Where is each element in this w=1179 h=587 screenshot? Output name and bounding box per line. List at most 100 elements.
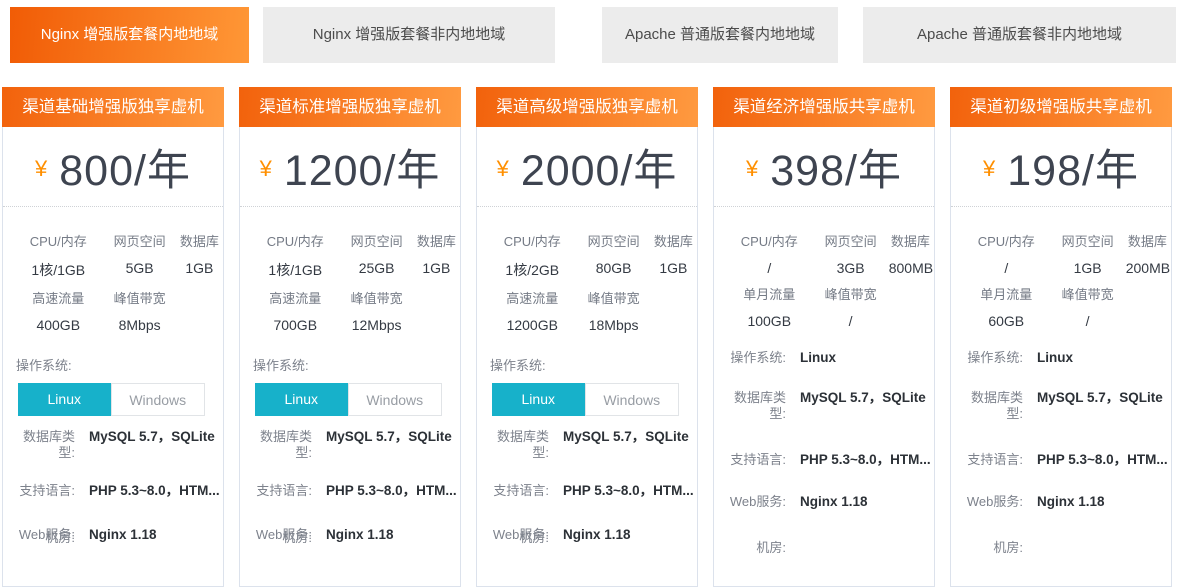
spec-grid: CPU/内存1核/1GB 网页空间25GB 数据库1GB 高速流量700GB 峰… [240,207,460,333]
detail-database-type: 数据库类型:MySQL 5.7，SQLite [3,429,223,461]
spec-item-empty [415,288,458,333]
spec-label: 网页空间 [813,231,889,250]
detail-label: Web服务: [722,494,786,510]
spec-item-empty [889,284,932,329]
spec-label: CPU/内存 [15,231,102,250]
detail-language: 支持语言:PHP 5.3~8.0，HTM... [240,483,460,499]
spec-label: CPU/内存 [489,231,576,250]
plan-title: 渠道高级增强版独享虚机 [476,87,698,127]
detail-database-type: 数据库类型:MySQL 5.7，SQLite [240,429,460,461]
os-value: Linux [1037,350,1073,366]
plan-title: 渠道经济增强版共享虚机 [713,87,935,127]
price-amount: 1200/年 [284,136,441,198]
detail-value: Nginx 1.18 [563,527,631,543]
spec-item: 网页空间5GB [102,231,178,280]
currency-symbol: ¥ [983,156,995,182]
spec-item: CPU/内存1核/2GB [489,231,576,280]
detail-web-service: Web服务: Nginx 1.18 [714,494,934,510]
spec-label: CPU/内存 [726,231,813,250]
spec-label: 高速流量 [15,288,102,307]
detail-value: MySQL 5.7，SQLite [89,429,215,445]
detail-datacenter: 机房: [714,540,934,556]
spec-item: 网页空间3GB [813,231,889,276]
currency-symbol: ¥ [497,156,509,182]
spec-item-empty [178,288,221,333]
tab-apache-basic-mainland[interactable]: Apache 普通版套餐内地地域 [602,7,838,63]
detail-label: 机房: [11,530,75,546]
spec-item: 高速流量700GB [252,288,339,333]
spec-value: 1核/1GB [252,260,339,280]
spec-value: 8Mbps [102,317,178,333]
detail-label: 数据库类型: [722,390,786,422]
price-amount: 398/年 [770,136,902,198]
currency-symbol: ¥ [260,156,272,182]
currency-symbol: ¥ [35,156,47,182]
spec-value: 200MB [1126,260,1169,276]
spec-value: / [726,260,813,276]
spec-label: 网页空间 [102,231,178,250]
spec-label: 峰值带宽 [102,288,178,307]
spec-label: 网页空间 [339,231,415,250]
toggle-option-windows[interactable]: Windows [348,383,443,416]
tab-apache-basic-non-mainland[interactable]: Apache 普通版套餐非内地地域 [863,7,1176,63]
spec-item: 数据库1GB [178,231,221,280]
spec-value: 100GB [726,313,813,329]
spec-label: 高速流量 [252,288,339,307]
tab-nginx-enhanced-non-mainland[interactable]: Nginx 增强版套餐非内地地域 [263,7,555,63]
spec-item: 单月流量60GB [963,284,1050,329]
spec-item: 峰值带宽/ [1050,284,1126,329]
currency-symbol: ¥ [746,156,758,182]
plan-card: 渠道标准增强版独享虚机 ¥ 1200/年 CPU/内存1核/1GB 网页空间25… [239,87,461,587]
detail-label: 操作系统: [959,350,1023,366]
spec-grid: CPU/内存1核/2GB 网页空间80GB 数据库1GB 高速流量1200GB … [477,207,697,333]
spec-value: 800MB [889,260,932,276]
spec-label: 网页空间 [576,231,652,250]
spec-item: 网页空间25GB [339,231,415,280]
plan-card: 渠道基础增强版独享虚机 ¥ 800/年 CPU/内存1核/1GB 网页空间5GB… [2,87,224,587]
spec-value: 18Mbps [576,317,652,333]
detail-language: 支持语言:PHP 5.3~8.0，HTM... [3,483,223,499]
toggle-option-windows[interactable]: Windows [585,383,680,416]
spec-label: 峰值带宽 [339,288,415,307]
detail-database-type: 数据库类型:MySQL 5.7，SQLite [714,390,934,422]
detail-datacenter: 机房: [951,540,1171,556]
detail-label: Web服务: [959,494,1023,510]
os-label: 操作系统: [253,355,460,374]
spec-item: 单月流量100GB [726,284,813,329]
price-amount: 198/年 [1007,136,1139,198]
os-label: 操作系统: [16,355,223,374]
detail-value: PHP 5.3~8.0，HTM... [1037,452,1168,468]
plan-title: 渠道标准增强版独享虚机 [239,87,461,127]
spec-item: CPU/内存 / [726,231,813,276]
detail-language: 支持语言:PHP 5.3~8.0，HTM... [714,452,934,468]
spec-grid: CPU/内存 / 网页空间1GB 数据库200MB 单月流量60GB 峰值带宽/ [951,207,1171,329]
detail-label: 机房: [722,540,786,556]
detail-label: 操作系统: [722,350,786,366]
detail-label: 支持语言: [959,452,1023,468]
detail-value: PHP 5.3~8.0，HTM... [89,483,220,499]
plan-price: ¥ 198/年 [951,127,1171,207]
plan-card: 渠道经济增强版共享虚机 ¥ 398/年 CPU/内存/ 网页空间3GB 数据库8… [713,87,935,587]
os-toggle: Linux Windows [492,383,679,416]
detail-value: Nginx 1.18 [800,494,868,510]
tab-nginx-enhanced-mainland[interactable]: Nginx 增强版套餐内地地域 [10,7,249,63]
spec-item: 网页空间1GB [1050,231,1126,276]
toggle-option-linux[interactable]: Linux [18,383,111,416]
toggle-option-linux[interactable]: Linux [255,383,348,416]
spec-item: 峰值带宽 12Mbps [339,288,415,333]
spec-value: 1核/1GB [15,260,102,280]
spec-item: CPU/内存 1核/1GB [15,231,102,280]
toggle-option-windows[interactable]: Windows [111,383,206,416]
detail-label: 支持语言: [485,483,549,499]
detail-value: MySQL 5.7，SQLite [326,429,452,445]
spec-value: 12Mbps [339,317,415,333]
spec-label: 数据库 [178,231,221,250]
spec-item: 数据库200MB [1126,231,1169,276]
toggle-option-linux[interactable]: Linux [492,383,585,416]
spec-grid: CPU/内存/ 网页空间3GB 数据库800MB 单月流量100GB 峰值带宽/ [714,207,934,329]
spec-label: CPU/内存 [963,231,1050,250]
detail-os: 操作系统:Linux [714,350,934,366]
detail-label: 支持语言: [722,452,786,468]
price-amount: 800/年 [59,136,191,198]
spec-value: / [1050,313,1126,329]
